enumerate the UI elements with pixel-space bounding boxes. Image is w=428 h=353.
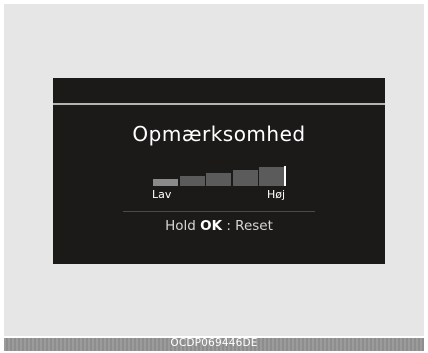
level-max-tick: [284, 166, 286, 186]
level-segment-4: [232, 170, 258, 186]
figure-code: OCDP069446DE: [170, 337, 258, 349]
reset-hint: Hold OK : Reset: [53, 218, 385, 234]
hint-suffix: : Reset: [226, 218, 273, 234]
level-segment-3: [206, 173, 231, 186]
top-divider: [53, 103, 385, 105]
scale-high-label: Høj: [267, 188, 286, 201]
level-segment-5: [259, 167, 284, 186]
hint-prefix: Hold: [165, 218, 196, 234]
level-segment-2: [179, 176, 205, 186]
sensitivity-level-bar: [153, 166, 286, 186]
display-screen: Opmærksomhed Lav Høj Hold OK : Reset: [53, 78, 385, 264]
figure-footer: OCDP069446DE: [4, 337, 424, 351]
ok-key-label: OK: [200, 218, 223, 234]
level-segment-1: [153, 179, 178, 186]
scale-low-label: Lav: [152, 188, 172, 201]
hint-divider: [123, 211, 315, 212]
page-title: Opmærksomhed: [132, 122, 306, 146]
